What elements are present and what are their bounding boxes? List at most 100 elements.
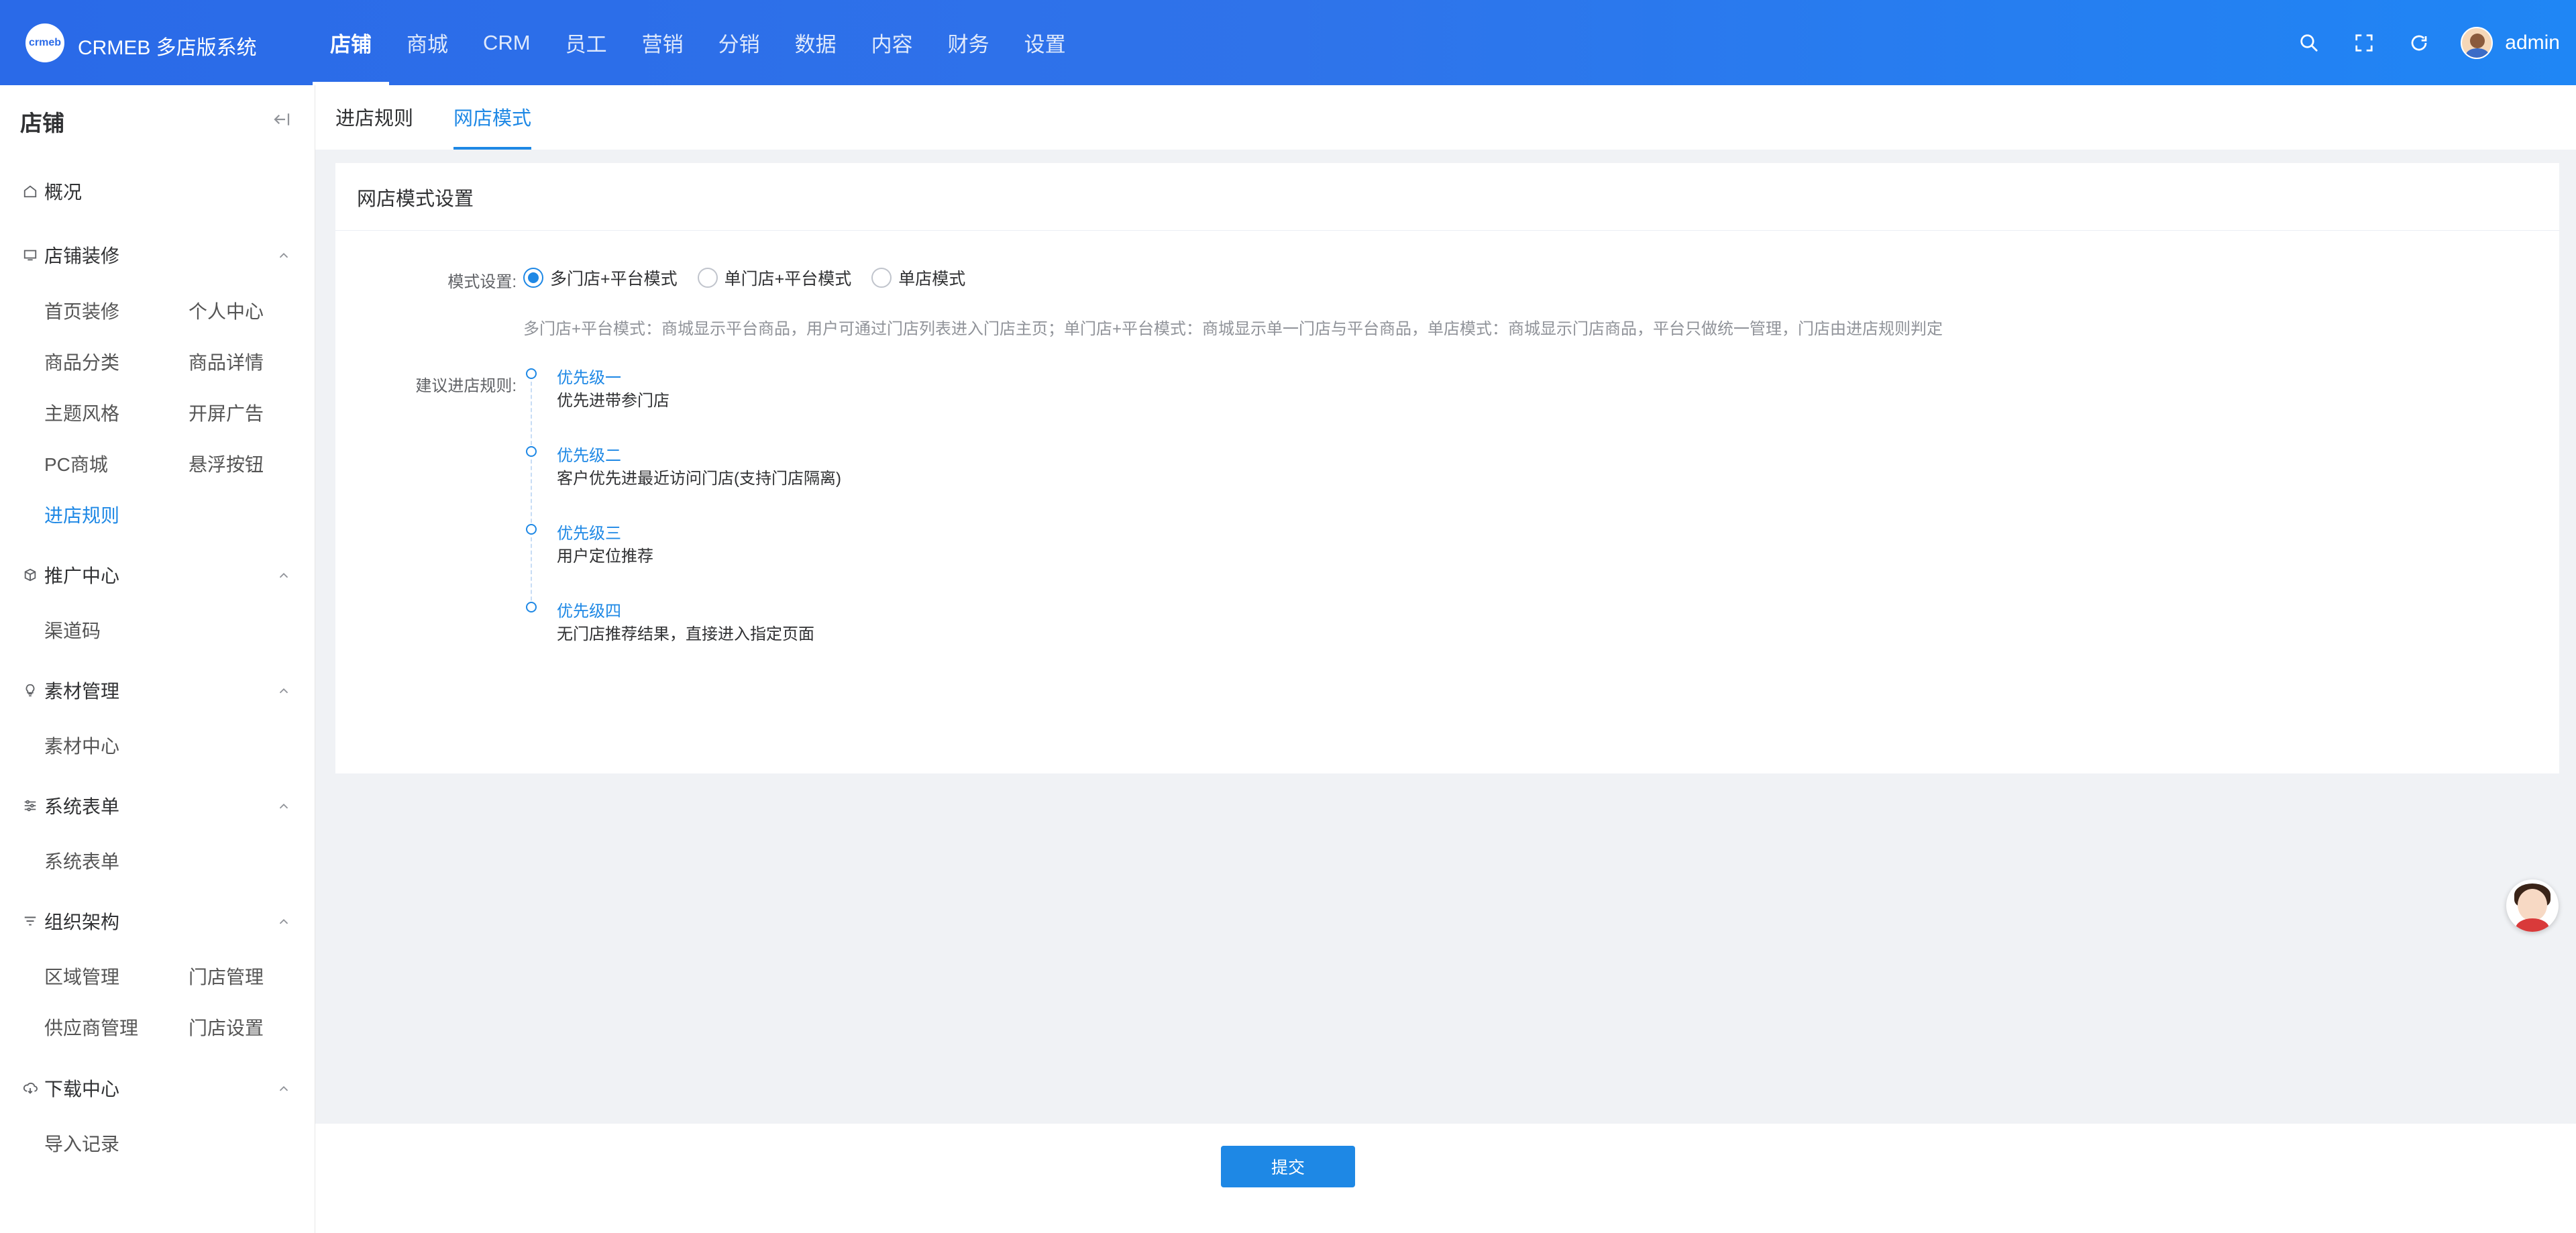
timeline-dot: [526, 524, 537, 535]
settings-card: 网店模式设置 模式设置: 多门店+平台模式 单门店+平台模式 单店模式 多门店+…: [335, 163, 2559, 773]
customer-service-avatar[interactable]: [2506, 879, 2559, 932]
search-icon[interactable]: [2296, 30, 2322, 56]
sidebar-item-channel-code[interactable]: 渠道码: [44, 616, 101, 643]
app-logo[interactable]: crmeb: [25, 23, 64, 62]
radio-single-shop[interactable]: 单店模式: [871, 266, 965, 290]
sidebar-item-system-form[interactable]: 系统表单: [44, 847, 119, 874]
sidebar-group-header[interactable]: 下载中心: [0, 1068, 315, 1108]
filter-icon: [21, 912, 39, 930]
mode-label: 模式设置:: [447, 273, 517, 291]
nav-finance[interactable]: 财务: [930, 0, 1007, 85]
sidebar-group-label: 组织架构: [44, 912, 120, 932]
home-icon: [21, 182, 39, 200]
sidebar-item-store-settings[interactable]: 门店设置: [189, 1014, 264, 1040]
sidebar-item-personal-center[interactable]: 个人中心: [189, 297, 264, 324]
rules-label: 建议进店规则:: [415, 377, 517, 395]
nav-staff[interactable]: 员工: [548, 0, 625, 85]
sidebar-item-home-decor[interactable]: 首页装修: [44, 297, 119, 324]
bulb-icon: [21, 682, 39, 699]
radio-multi-store[interactable]: 多门店+平台模式: [523, 266, 678, 290]
collapse-sidebar-icon[interactable]: [272, 109, 292, 129]
avatar-face: [2518, 889, 2547, 921]
sidebar-group-label: 系统表单: [44, 796, 120, 817]
timeline-connector: [531, 382, 532, 451]
timeline-title: 优先级一: [557, 369, 621, 387]
sidebar-item-material-center[interactable]: 素材中心: [44, 732, 119, 759]
sidebar-item-supplier[interactable]: 供应商管理: [44, 1014, 138, 1040]
top-header: crmeb CRMEB 多店版系统 店铺 商城 CRM 员工 营销 分销 数据 …: [0, 0, 2576, 85]
chevron-up-icon: [279, 918, 288, 924]
chevron-up-icon: [279, 803, 288, 809]
nav-crm[interactable]: CRM: [466, 0, 548, 85]
tab-entry-rules[interactable]: 进店规则: [335, 103, 413, 147]
sidebar-group-header[interactable]: 组织架构: [0, 901, 315, 941]
top-nav: 店铺 商城 CRM 员工 营销 分销 数据 内容 财务 设置: [313, 0, 1083, 85]
user-name[interactable]: admin: [2505, 32, 2560, 54]
nav-data[interactable]: 数据: [777, 0, 854, 85]
nav-distribution[interactable]: 分销: [701, 0, 777, 85]
timeline-desc: 客户优先进最近访问门店(支持门店隔离): [557, 470, 841, 488]
sidebar-group-org: 组织架构: [0, 901, 315, 941]
sidebar-item-float-button[interactable]: 悬浮按钮: [189, 450, 264, 477]
sidebar-group-download: 下载中心: [0, 1068, 315, 1108]
sidebar-group-label: 素材管理: [44, 681, 120, 702]
timeline-desc: 无门店推荐结果，直接进入指定页面: [557, 625, 814, 643]
sidebar-group-header[interactable]: 素材管理: [0, 670, 315, 710]
sidebar-item-pc-mall[interactable]: PC商城: [44, 450, 108, 477]
header-actions: admin: [2296, 0, 2576, 85]
mode-radio-group: 多门店+平台模式 单门店+平台模式 单店模式: [523, 266, 985, 290]
mode-hint: 多门店+平台模式：商城显示平台商品，用户可通过门店列表进入门店主页；单门店+平台…: [523, 320, 1943, 338]
timeline-title: 优先级三: [557, 525, 621, 543]
radio-circle: [697, 268, 718, 288]
nav-settings[interactable]: 设置: [1007, 0, 1083, 85]
refresh-icon[interactable]: [2406, 30, 2432, 56]
timeline-desc: 用户定位推荐: [557, 547, 653, 566]
nav-content[interactable]: 内容: [854, 0, 930, 85]
nav-mall[interactable]: 商城: [389, 0, 466, 85]
sidebar-group-header[interactable]: 系统表单: [0, 786, 315, 826]
sidebar-item-overview[interactable]: 概况: [0, 171, 315, 211]
sidebar-group-header[interactable]: 店铺装修: [0, 235, 315, 275]
sidebar-group-label: 推广中心: [44, 566, 120, 586]
submit-button[interactable]: 提交: [1221, 1146, 1355, 1187]
timeline-connector: [531, 537, 532, 607]
sidebar-group-label: 店铺装修: [44, 246, 120, 266]
radio-circle: [871, 268, 892, 288]
tab-online-store-mode[interactable]: 网店模式: [453, 103, 532, 150]
sidebar-item-category[interactable]: 商品分类: [44, 348, 119, 375]
sidebar-item-region[interactable]: 区域管理: [44, 963, 119, 989]
fullscreen-icon[interactable]: [2351, 30, 2377, 56]
radio-label: 多门店+平台模式: [550, 270, 678, 288]
sidebar-item-label: 概况: [44, 182, 83, 203]
sidebar-group-material: 素材管理: [0, 670, 315, 710]
main-content: 进店规则 网店模式 网店模式设置 模式设置: 多门店+平台模式 单门店+平台模式…: [315, 85, 2576, 1233]
sidebar-item-splash-ad[interactable]: 开屏广告: [189, 399, 264, 426]
sidebar-group-header[interactable]: 推广中心: [0, 555, 315, 595]
nav-marketing[interactable]: 营销: [625, 0, 701, 85]
sidebar-item-product-detail[interactable]: 商品详情: [189, 348, 264, 375]
monitor-icon: [21, 246, 39, 264]
nav-store[interactable]: 店铺: [313, 0, 389, 85]
chevron-up-icon: [279, 572, 288, 578]
chevron-up-icon: [279, 1085, 288, 1091]
user-avatar[interactable]: [2461, 26, 2493, 59]
sliders-icon: [21, 797, 39, 814]
card-title: 网店模式设置: [357, 189, 474, 210]
tabs-bar: 进店规则 网店模式: [315, 85, 2576, 150]
radio-label: 单店模式: [898, 270, 966, 288]
sidebar-item-entry-rules[interactable]: 进店规则: [44, 501, 119, 528]
radio-label: 单门店+平台模式: [724, 270, 852, 288]
cloud-download-icon: [21, 1079, 39, 1097]
sidebar-item-store-manage[interactable]: 门店管理: [189, 963, 264, 989]
radio-single-store[interactable]: 单门店+平台模式: [697, 266, 852, 290]
sidebar-group-decoration: 店铺装修: [0, 235, 315, 275]
timeline-dot: [526, 368, 537, 379]
timeline-dot: [526, 446, 537, 457]
sidebar-item-theme[interactable]: 主题风格: [44, 399, 119, 426]
sidebar-item-import-records[interactable]: 导入记录: [44, 1130, 119, 1157]
cube-icon: [21, 566, 39, 584]
sidebar: 店铺 概况 店铺装修 首页装修 个人中心 商品分类 商品详情 主题风格 开屏广告…: [0, 85, 315, 1233]
sidebar-group-forms: 系统表单: [0, 786, 315, 826]
chevron-up-icon: [279, 688, 288, 694]
radio-circle: [523, 268, 543, 288]
